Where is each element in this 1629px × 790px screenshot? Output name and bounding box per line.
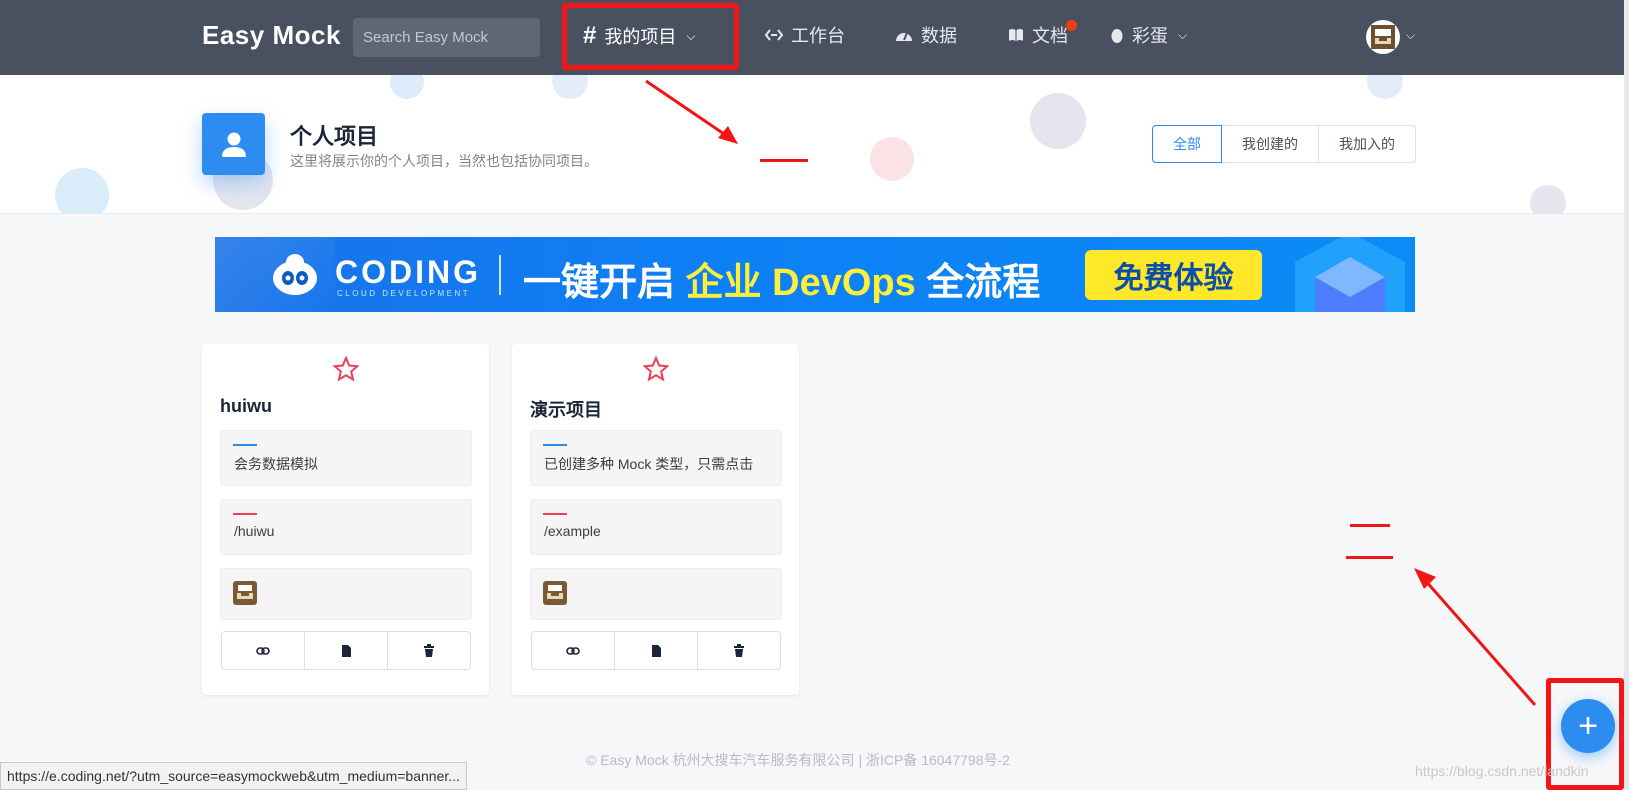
project-name[interactable]: 演示项目 [530, 396, 602, 422]
description-text: 已创建多种 Mock 类型，只需点击 [544, 456, 754, 472]
csdn-watermark: https://blog.csdn.net/landkin [1415, 763, 1589, 779]
member-avatar-icon [543, 581, 567, 605]
field-accent [543, 513, 567, 515]
project-card[interactable]: 演示项目 已创建多种 Mock 类型，只需点击 /example [512, 344, 799, 695]
window-edge [1624, 0, 1629, 790]
project-members [220, 568, 472, 620]
nav-label: 工作台 [791, 26, 845, 46]
project-description: 会务数据模拟 [220, 430, 472, 486]
project-url: /example [530, 499, 782, 555]
description-text: 会务数据模拟 [234, 456, 318, 472]
decor-bubble [870, 137, 914, 181]
copy-link-button[interactable] [222, 632, 305, 669]
nav-docs[interactable]: 文档 [1008, 20, 1077, 48]
annotation-mark-two-top [1350, 524, 1390, 527]
annotation-arrow-one [645, 79, 738, 144]
trash-icon [734, 643, 744, 657]
egg-icon [1111, 29, 1123, 43]
nav-workbench[interactable]: 工作台 [765, 22, 845, 48]
monkey-logo-icon [273, 254, 317, 295]
filter-joined-button[interactable]: 我加入的 [1318, 125, 1416, 163]
annotation-mark-two-bottom [1346, 556, 1393, 559]
project-description: 已创建多种 Mock 类型，只需点击 [530, 430, 782, 486]
chevron-down-icon[interactable]: ⌵ [1406, 28, 1415, 43]
nav-label: 彩蛋 [1132, 26, 1168, 46]
decor-bubble [1367, 75, 1403, 99]
dashboard-icon [896, 32, 912, 41]
star-icon[interactable] [333, 356, 359, 382]
nav-label-wrap: 文档 [1032, 20, 1077, 48]
search-input[interactable] [353, 18, 540, 57]
banner-divider [499, 255, 501, 295]
link-icon [256, 646, 270, 655]
project-header: 个人项目 这里将展示你的个人项目，当然也包括协同项目。 全部 我创建的 我加入的 [0, 75, 1629, 214]
url-text: /huiwu [234, 523, 275, 539]
annotation-mark-one [760, 159, 808, 162]
decor-bubble [390, 75, 424, 99]
field-accent [233, 444, 257, 446]
filter-created-button[interactable]: 我创建的 [1221, 125, 1319, 163]
nav-data[interactable]: 数据 [895, 22, 957, 48]
page-title: 个人项目 [290, 124, 379, 149]
trash-icon [424, 643, 434, 657]
decor-bubble [55, 168, 109, 213]
user-avatar-icon[interactable] [1366, 20, 1400, 54]
cube-graphic-icon [1295, 237, 1405, 312]
notification-dot [1066, 20, 1077, 31]
document-icon [652, 644, 661, 657]
project-name[interactable]: huiwu [220, 396, 272, 417]
nav-easter-egg[interactable]: 彩蛋 ⌵ [1110, 22, 1187, 48]
delete-button[interactable] [388, 632, 470, 669]
field-accent [233, 513, 257, 515]
brand-logo[interactable]: Easy Mock [202, 20, 341, 51]
annotation-arrow-two [1414, 568, 1537, 706]
project-url: /huiwu [220, 499, 472, 555]
clone-button[interactable] [615, 632, 698, 669]
book-icon [1009, 29, 1023, 41]
field-accent [543, 444, 567, 446]
user-icon [202, 113, 265, 175]
filter-all-button[interactable]: 全部 [1152, 125, 1222, 163]
annotation-box-my-projects [562, 3, 739, 70]
banner-brand-sub: CLOUD DEVELOPMENT [337, 289, 471, 298]
banner-slogan: 一键开启 企业 DevOps 全流程 [523, 251, 1040, 306]
pixel-avatar [1371, 25, 1395, 49]
project-actions [531, 631, 781, 670]
page-subtitle: 这里将展示你的个人项目，当然也包括协同项目。 [290, 153, 598, 169]
document-icon [342, 644, 351, 657]
coding-ad-banner[interactable]: CODING CLOUD DEVELOPMENT 一键开启 企业 DevOps … [215, 237, 1415, 312]
add-project-button[interactable]: + [1561, 699, 1615, 753]
member-avatar-icon [233, 581, 257, 605]
delete-button[interactable] [698, 632, 780, 669]
copy-link-button[interactable] [532, 632, 615, 669]
slogan-highlight: 企业 DevOps [685, 262, 916, 304]
project-members [530, 568, 782, 620]
code-arrows-icon [765, 29, 783, 41]
browser-status-url: https://e.coding.net/?utm_source=easymoc… [0, 762, 467, 790]
decor-bubble [1030, 93, 1086, 149]
project-card[interactable]: huiwu 会务数据模拟 /huiwu [202, 344, 489, 695]
top-navbar: Easy Mock # 我的项目 ⌵ 工作台 数据 文档 彩蛋 ⌵ [0, 0, 1629, 75]
project-actions [221, 631, 471, 670]
nav-label: 文档 [1032, 26, 1068, 46]
star-icon[interactable] [643, 356, 669, 382]
banner-cta-button[interactable]: 免费体验 [1085, 250, 1262, 300]
chevron-down-icon: ⌵ [1178, 27, 1188, 42]
nav-label: 数据 [921, 26, 957, 46]
decor-bubble [552, 75, 588, 99]
clone-button[interactable] [305, 632, 388, 669]
banner-brand: CODING [335, 254, 481, 290]
project-filter-group: 全部 我创建的 我加入的 [1152, 125, 1416, 163]
link-icon [566, 646, 580, 655]
decor-bubble [1530, 185, 1566, 213]
slogan-part1: 一键开启 [523, 262, 686, 304]
footer-copyright: © Easy Mock 杭州大搜车汽车服务有限公司 | 浙ICP备 160477… [586, 752, 1010, 768]
slogan-part2: 全流程 [915, 262, 1041, 304]
url-text: /example [544, 523, 601, 539]
